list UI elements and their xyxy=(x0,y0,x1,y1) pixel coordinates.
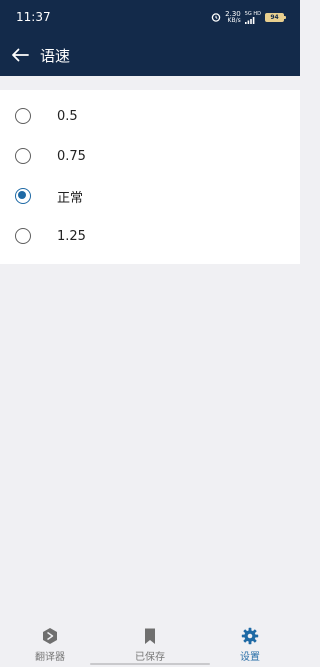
option-1-25[interactable]: 1.25 xyxy=(0,216,300,256)
bookmark-icon xyxy=(145,628,155,644)
radio-button[interactable] xyxy=(15,228,31,244)
nav-label: 已保存 xyxy=(135,652,165,663)
app-bar: 语速 xyxy=(0,34,300,76)
radio-button[interactable] xyxy=(15,108,31,124)
option-label: 0.75 xyxy=(57,148,86,164)
option-0-75[interactable]: 0.75 xyxy=(0,136,300,176)
signal-icon xyxy=(244,16,255,24)
status-bar: 11:37 2.30 KB/s 5G HD 94 xyxy=(0,0,300,34)
network-speed: 2.30 KB/s xyxy=(225,10,241,24)
header: 11:37 2.30 KB/s 5G HD 94 语速 xyxy=(0,0,300,76)
status-time: 11:37 xyxy=(16,10,51,24)
network-type: 5G HD xyxy=(244,11,261,24)
radio-button[interactable] xyxy=(15,148,31,164)
option-label: 0.5 xyxy=(57,108,78,124)
alarm-icon xyxy=(211,13,221,22)
option-0-5[interactable]: 0.5 xyxy=(0,96,300,136)
option-label: 正常 xyxy=(57,190,84,206)
translator-icon xyxy=(43,628,57,644)
option-normal[interactable]: 正常 xyxy=(0,176,300,216)
nav-label: 翻译器 xyxy=(35,652,65,663)
nav-item-translator[interactable]: 翻译器 xyxy=(0,618,100,667)
speed-unit: KB/s xyxy=(227,16,241,24)
screen: 11:37 2.30 KB/s 5G HD 94 语速 0.5 0.75 正常 … xyxy=(0,0,300,667)
home-indicator[interactable] xyxy=(90,663,210,665)
page-title: 语速 xyxy=(40,46,71,65)
bottom-nav: 翻译器 已保存 设置 xyxy=(0,618,300,667)
radio-button-selected[interactable] xyxy=(15,188,31,204)
gear-icon xyxy=(241,627,259,645)
nav-item-settings[interactable]: 设置 xyxy=(200,618,300,667)
nav-label: 设置 xyxy=(240,652,260,663)
option-label: 1.25 xyxy=(57,228,86,244)
speech-rate-options: 0.5 0.75 正常 1.25 xyxy=(0,90,300,264)
battery-level: 94 xyxy=(270,13,279,21)
arrow-left-icon xyxy=(12,48,29,62)
status-indicators: 2.30 KB/s 5G HD 94 xyxy=(211,10,286,24)
back-button[interactable] xyxy=(0,35,40,75)
nav-item-saved[interactable]: 已保存 xyxy=(100,618,200,667)
battery-indicator: 94 xyxy=(265,12,286,22)
